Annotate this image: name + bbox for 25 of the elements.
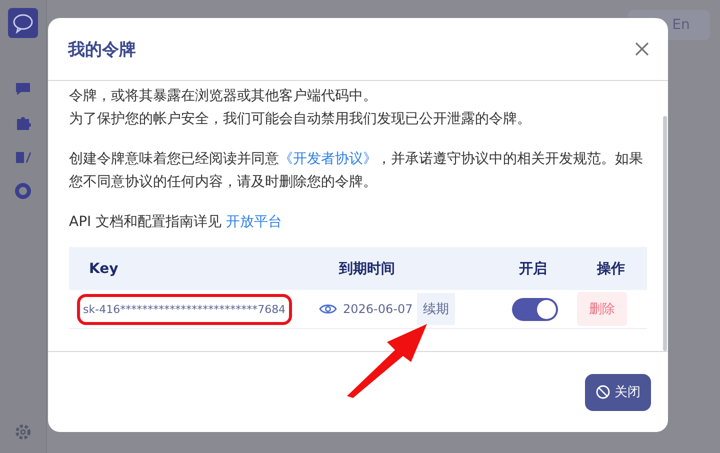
column-header: 到期时间: [338, 260, 396, 278]
column-header: Key: [88, 260, 120, 276]
lifebuoy-icon[interactable]: [14, 182, 32, 200]
renew-button[interactable]: 续期: [416, 293, 455, 325]
enable-toggle[interactable]: [512, 298, 558, 320]
scrollbar[interactable]: [663, 116, 667, 351]
close-button[interactable]: 关闭: [585, 374, 651, 410]
delete-button[interactable]: 删除: [577, 292, 627, 326]
text-link[interactable]: 《开发者协议》: [279, 151, 377, 167]
info-paragraph: API 文档和配置指南详见 开放平台: [69, 213, 284, 232]
settings-icon[interactable]: [14, 423, 32, 441]
chat-icon[interactable]: [14, 80, 32, 98]
expiry-date: 2026-06-07: [342, 302, 413, 316]
puzzle-icon[interactable]: [14, 114, 32, 132]
info-paragraph: 令牌，或将其暴露在浏览器或其他客户端代码中。 为了保护您的帐户安全，我们可能会自动禁用我们发现已公开泄露的令牌。: [69, 87, 532, 129]
eye-icon[interactable]: [319, 303, 337, 315]
close-icon[interactable]: [634, 41, 650, 57]
prohibited-icon: [596, 385, 610, 399]
info-paragraph: 创建令牌意味着您已经阅读并同意《开发者协议》，并承诺遵守协议中的相关开发规范。如果您不同意协议的任何内容，请及时删除您的令牌。: [69, 150, 644, 192]
column-header: 操作: [596, 260, 626, 278]
text-link[interactable]: 开放平台: [226, 214, 282, 230]
logo-icon: [8, 8, 38, 38]
column-header: 开启: [518, 260, 548, 278]
highlighted-key-text: sk-416*************************7684: [77, 294, 292, 324]
dialog-title: 我的令牌: [68, 38, 136, 60]
